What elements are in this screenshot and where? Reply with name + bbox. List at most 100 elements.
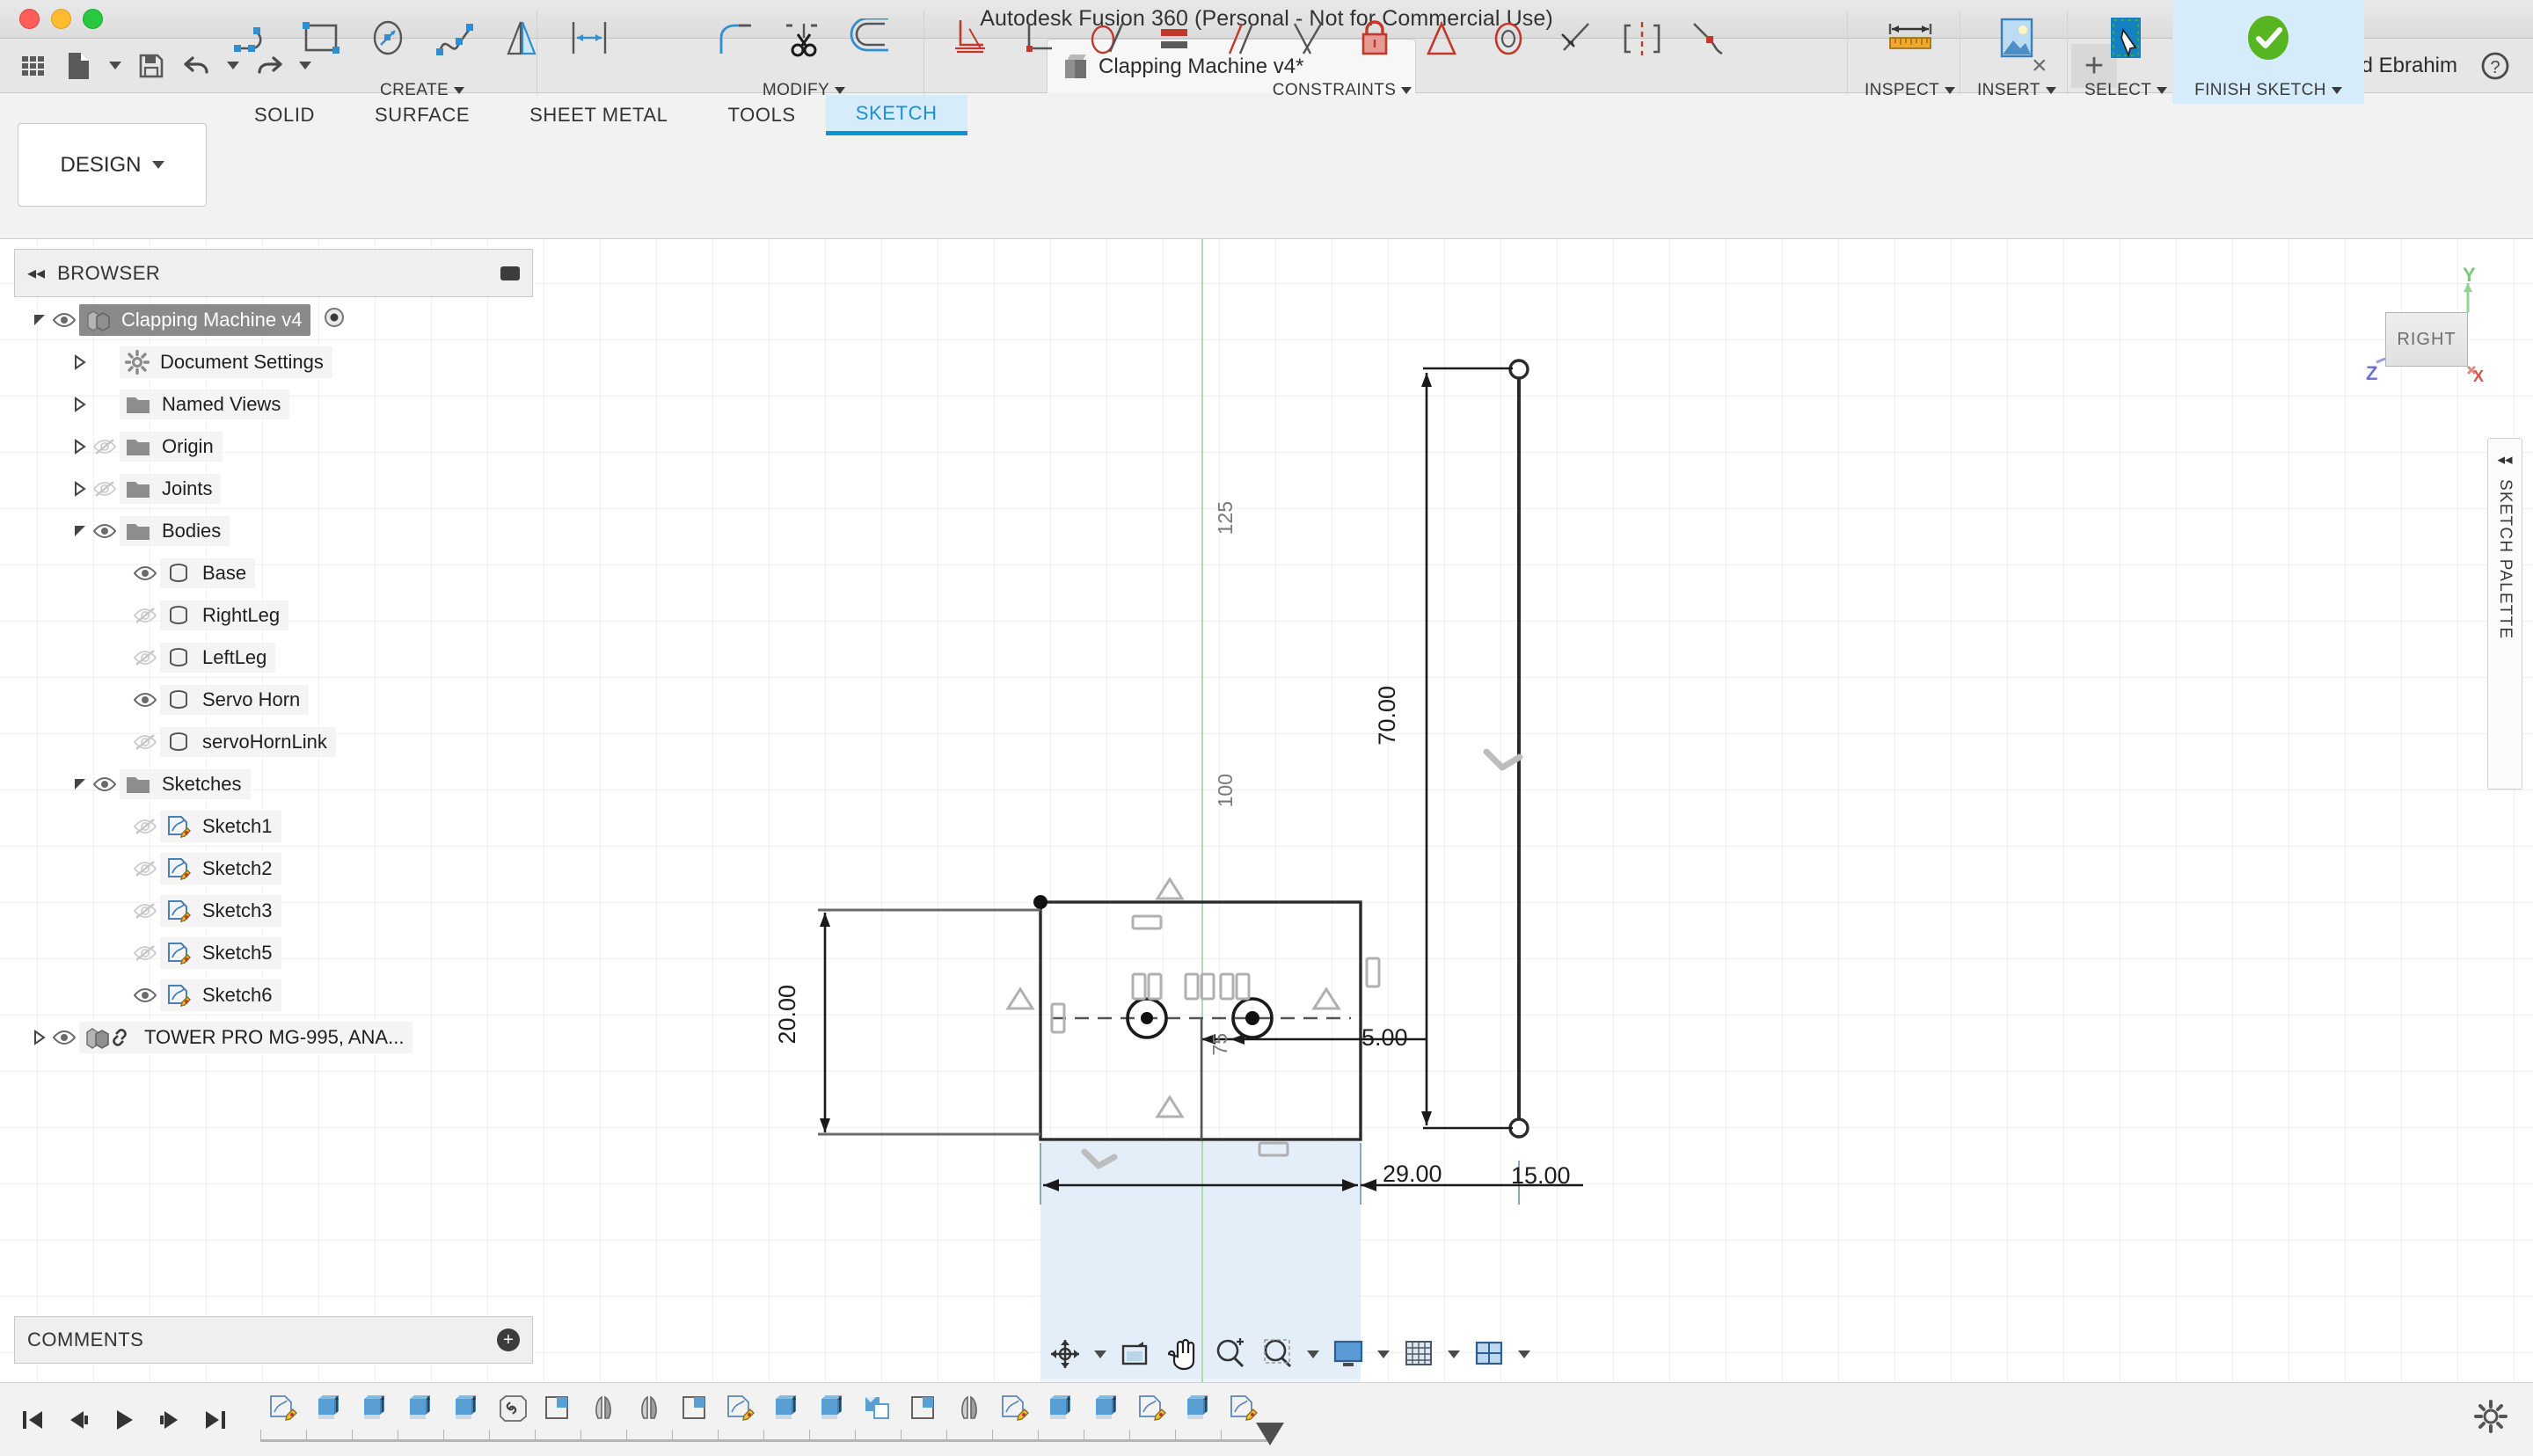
orbit-caret-icon[interactable] xyxy=(1090,1331,1111,1377)
activate-component-radio[interactable] xyxy=(323,306,346,334)
display-caret-icon[interactable] xyxy=(1373,1331,1394,1377)
viewport-caret-icon[interactable] xyxy=(1514,1331,1535,1377)
timeline-settings-gear-icon[interactable] xyxy=(2473,1399,2508,1438)
fix-lock-constraint[interactable] xyxy=(1342,8,1409,69)
symmetry-constraint[interactable] xyxy=(1610,8,1676,69)
collinear-constraint[interactable] xyxy=(1543,8,1610,69)
help-icon[interactable]: ? xyxy=(2480,51,2510,81)
tree-expander[interactable] xyxy=(70,775,90,793)
view-cube[interactable]: RIGHT xyxy=(2385,312,2468,367)
timeline-feature-5[interactable] xyxy=(489,1389,535,1433)
tree-expander[interactable] xyxy=(70,353,90,371)
visibility-toggle-icon[interactable] xyxy=(90,773,120,796)
visibility-toggle-icon[interactable] xyxy=(130,984,160,1007)
coincident-constraint[interactable] xyxy=(1409,8,1476,69)
grid-caret-icon[interactable] xyxy=(1443,1331,1464,1377)
browser-tree-item-clapping-machine-v4[interactable]: Clapping Machine v4 xyxy=(14,299,533,341)
go-to-beginning-icon[interactable] xyxy=(12,1400,53,1440)
browser-tree-item-leftleg[interactable]: LeftLeg xyxy=(14,637,533,679)
browser-tree-item-base[interactable]: Base xyxy=(14,552,533,594)
midpoint-constraint[interactable] xyxy=(1275,8,1342,69)
browser-collapse-icon[interactable]: ◂◂ xyxy=(27,262,45,284)
offset-tool[interactable] xyxy=(837,8,904,69)
browser-tree-item-servohornlink[interactable]: servoHornLink xyxy=(14,721,533,763)
timeline-feature-14[interactable] xyxy=(901,1389,946,1433)
select-cursor-icon[interactable] xyxy=(2092,8,2159,69)
tangent-constraint[interactable] xyxy=(1075,8,1142,69)
browser-tree-item-sketch6[interactable]: Sketch6 xyxy=(14,974,533,1016)
browser-tree-item-servo-horn[interactable]: Servo Horn xyxy=(14,679,533,721)
rectangle-tool[interactable] xyxy=(288,8,355,69)
tree-expander[interactable] xyxy=(70,396,90,413)
timeline-feature-12[interactable] xyxy=(809,1389,855,1433)
zoom-icon[interactable] xyxy=(1208,1331,1253,1377)
dimension-20[interactable]: 20.00 xyxy=(774,985,801,1045)
tree-expander[interactable] xyxy=(70,522,90,540)
browser-tree-item-sketch1[interactable]: Sketch1 xyxy=(14,805,533,848)
line-tool[interactable] xyxy=(222,8,288,69)
sketch-palette-panel[interactable]: ◂◂ SKETCH PALETTE xyxy=(2487,438,2522,790)
visibility-toggle-icon[interactable] xyxy=(49,309,79,331)
visibility-toggle-icon[interactable] xyxy=(130,942,160,965)
browser-tree-item-sketches[interactable]: Sketches xyxy=(14,763,533,805)
browser-tree-item-sketch5[interactable]: Sketch5 xyxy=(14,932,533,974)
equal-constraint[interactable] xyxy=(1142,8,1208,69)
display-settings-icon[interactable] xyxy=(1325,1331,1371,1377)
timeline-feature-17[interactable] xyxy=(1038,1389,1084,1433)
browser-tree-item-sketch2[interactable]: Sketch2 xyxy=(14,848,533,890)
timeline-feature-2[interactable] xyxy=(352,1389,398,1433)
visibility-toggle-icon[interactable] xyxy=(130,688,160,711)
fit-caret-icon[interactable] xyxy=(1303,1331,1324,1377)
timeline-feature-1[interactable] xyxy=(306,1389,352,1433)
comments-panel[interactable]: COMMENTS + xyxy=(14,1316,533,1364)
chevron-down-icon[interactable] xyxy=(454,87,465,94)
timeline-feature-8[interactable] xyxy=(626,1389,672,1433)
save-icon[interactable] xyxy=(130,45,172,87)
fit-icon[interactable] xyxy=(1255,1331,1301,1377)
timeline-playhead-marker[interactable] xyxy=(1256,1422,1284,1445)
tree-expander[interactable] xyxy=(70,438,90,455)
timeline-feature-16[interactable] xyxy=(992,1389,1038,1433)
timeline-feature-9[interactable] xyxy=(672,1389,718,1433)
sketch-dimension-tool[interactable] xyxy=(556,8,623,69)
orbit-icon[interactable] xyxy=(1042,1331,1088,1377)
timeline-feature-11[interactable] xyxy=(763,1389,809,1433)
browser-options-icon[interactable] xyxy=(500,266,520,280)
curvature-constraint[interactable] xyxy=(1676,8,1743,69)
add-comment-button[interactable]: + xyxy=(497,1329,520,1351)
spline-tool[interactable] xyxy=(422,8,489,69)
timeline-feature-19[interactable] xyxy=(1129,1389,1175,1433)
timeline-feature-20[interactable] xyxy=(1175,1389,1221,1433)
workspace-switcher-button[interactable]: DESIGN xyxy=(18,123,207,207)
insert-image-icon[interactable] xyxy=(1983,8,2050,69)
look-at-icon[interactable] xyxy=(1113,1331,1158,1377)
visibility-toggle-icon[interactable] xyxy=(130,562,160,585)
browser-tree-item-joints[interactable]: Joints xyxy=(14,468,533,510)
trim-tool[interactable] xyxy=(770,8,837,69)
visibility-toggle-icon[interactable] xyxy=(130,646,160,669)
dimension-15[interactable]: 15.00 xyxy=(1511,1162,1571,1190)
visibility-toggle-icon[interactable] xyxy=(90,520,120,542)
browser-tree-item-rightleg[interactable]: RightLeg xyxy=(14,594,533,637)
visibility-toggle-icon[interactable] xyxy=(130,899,160,922)
dimension-5[interactable]: 5.00 xyxy=(1361,1024,1408,1052)
browser-tree-item-named-views[interactable]: Named Views xyxy=(14,383,533,426)
timeline-feature-10[interactable] xyxy=(718,1389,763,1433)
go-to-end-icon[interactable] xyxy=(195,1400,236,1440)
finish-check-icon[interactable] xyxy=(2235,8,2302,69)
chevron-down-icon[interactable] xyxy=(1401,87,1412,94)
chevron-down-icon[interactable] xyxy=(835,87,846,94)
chevron-down-icon[interactable] xyxy=(1945,87,1956,94)
circle-tool[interactable] xyxy=(355,8,422,69)
tree-expander[interactable] xyxy=(70,480,90,498)
viewport-layout-icon[interactable] xyxy=(1466,1331,1512,1377)
browser-tree-item-document-settings[interactable]: Document Settings xyxy=(14,341,533,383)
pan-icon[interactable] xyxy=(1160,1331,1206,1377)
visibility-toggle-icon[interactable] xyxy=(130,731,160,753)
browser-tree-item-tower-pro-mg-995-ana[interactable]: TOWER PRO MG-995, ANA... xyxy=(14,1016,533,1059)
browser-tree-item-sketch3[interactable]: Sketch3 xyxy=(14,890,533,932)
timeline-feature-7[interactable] xyxy=(580,1389,626,1433)
visibility-toggle-icon[interactable] xyxy=(130,857,160,880)
timeline-feature-13[interactable] xyxy=(855,1389,901,1433)
timeline-feature-4[interactable] xyxy=(443,1389,489,1433)
